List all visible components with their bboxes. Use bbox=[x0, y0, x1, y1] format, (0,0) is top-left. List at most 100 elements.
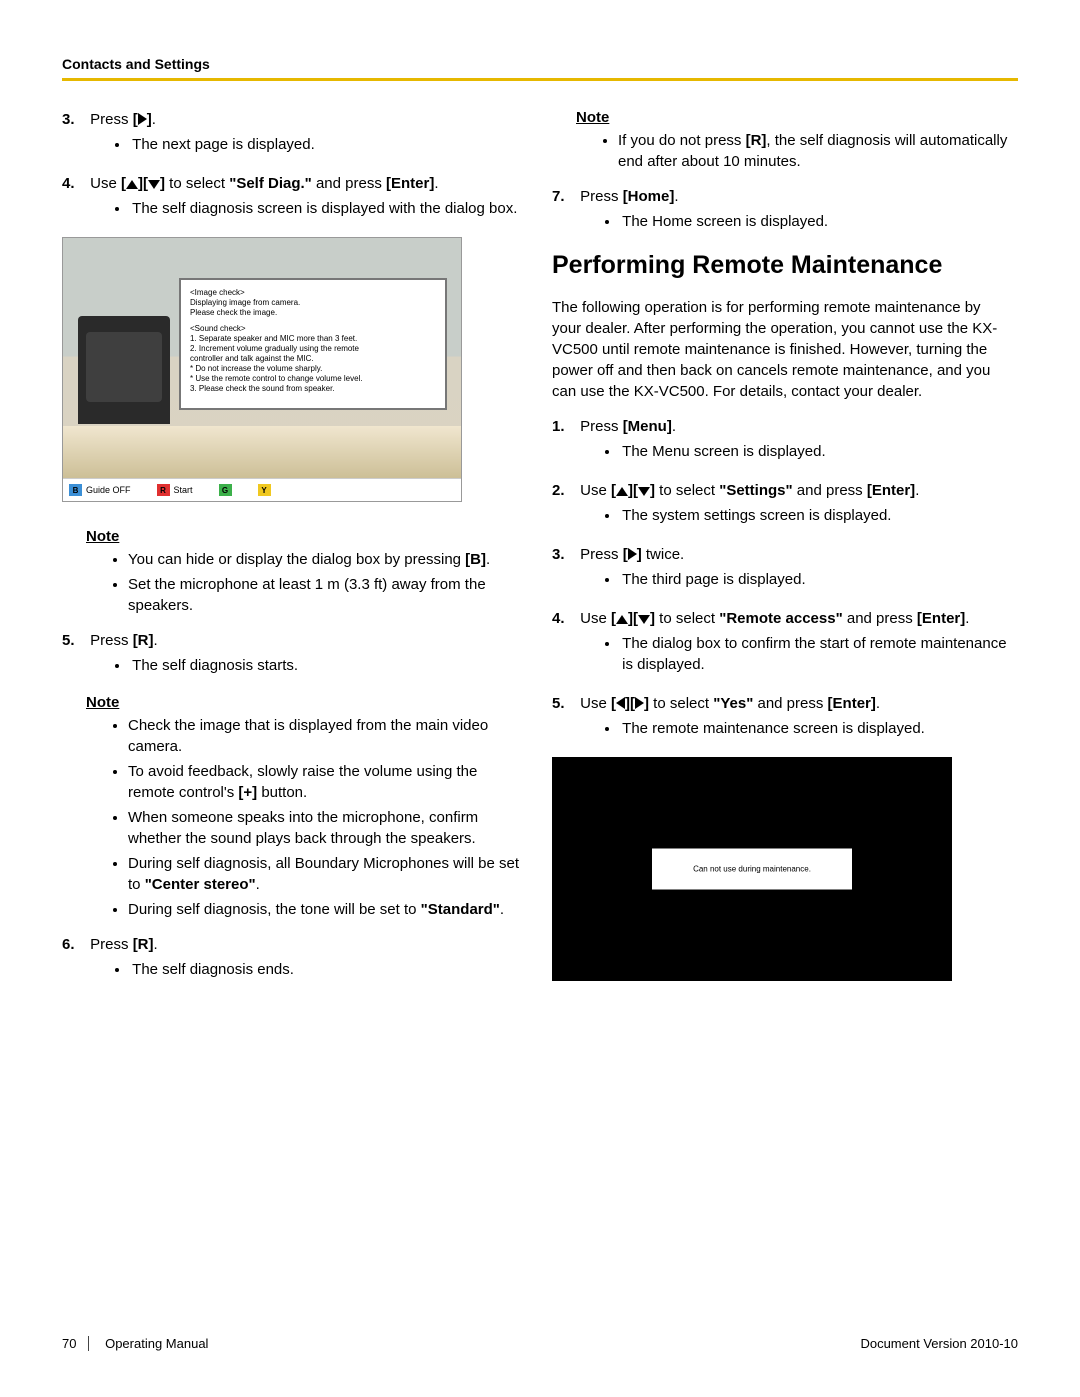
remote-step-5: 5. Use [][] to select "Yes" and press [E… bbox=[552, 693, 1012, 743]
down-arrow-icon bbox=[638, 487, 650, 496]
maintenance-screenshot: Can not use during maintenance. bbox=[552, 757, 952, 981]
bold-text: [Enter] bbox=[917, 610, 965, 627]
bracket: ][ bbox=[625, 695, 635, 712]
step-text: and press bbox=[843, 610, 917, 627]
bracket: ][ bbox=[628, 482, 638, 499]
dialog-line: <Sound check> bbox=[190, 324, 436, 334]
step-text: to select bbox=[655, 610, 719, 627]
remote-step-2: 2. Use [][] to select "Settings" and pre… bbox=[552, 480, 1012, 530]
bold-text: [Enter] bbox=[828, 695, 876, 712]
step-num: 7. bbox=[552, 186, 576, 207]
step-num: 5. bbox=[62, 630, 86, 651]
step-3: 3. Press []. The next page is displayed. bbox=[62, 109, 522, 159]
step-5: 5. Press [R]. The self diagnosis starts. bbox=[62, 630, 522, 680]
remote-step-3: 3. Press [] twice. The third page is dis… bbox=[552, 544, 1012, 594]
step-text: Press bbox=[90, 111, 133, 128]
bold-text: "Remote access" bbox=[719, 610, 842, 627]
note-label: Note bbox=[86, 528, 522, 545]
note-item: During self diagnosis, the tone will be … bbox=[128, 899, 522, 920]
note-list: If you do not press [R], the self diagno… bbox=[552, 130, 1012, 172]
dialog-line: Displaying image from camera. bbox=[190, 298, 436, 308]
step-text: to select bbox=[655, 482, 719, 499]
dialog-line: <Image check> bbox=[190, 288, 436, 298]
sub-bullet: The self diagnosis ends. bbox=[130, 959, 520, 980]
sub-bullet: The remote maintenance screen is display… bbox=[620, 718, 1010, 739]
maintenance-dialog: Can not use during maintenance. bbox=[652, 849, 852, 890]
note-list: You can hide or display the dialog box b… bbox=[62, 549, 522, 616]
page-footer: 70 Operating Manual Document Version 201… bbox=[62, 1336, 1018, 1351]
yellow-button-icon: Y bbox=[258, 484, 271, 496]
note-item: You can hide or display the dialog box b… bbox=[128, 549, 522, 570]
green-button-icon: G bbox=[219, 484, 232, 496]
dialog-box: <Image check> Displaying image from came… bbox=[179, 278, 447, 410]
dialog-line: * Use the remote control to change volum… bbox=[190, 374, 436, 384]
step-text: Press bbox=[90, 632, 133, 649]
bold-text: "Yes" bbox=[713, 695, 753, 712]
bold-text: [Menu] bbox=[623, 418, 672, 435]
step-text: . bbox=[672, 418, 676, 435]
down-arrow-icon bbox=[148, 180, 160, 189]
step-7: 7. Press [Home]. The Home screen is disp… bbox=[552, 186, 1012, 236]
step-text: Press bbox=[580, 546, 623, 563]
color-button-bar: BGuide OFF RStart G Y bbox=[63, 478, 461, 501]
bold-text: "Settings" bbox=[719, 482, 792, 499]
step-text: twice. bbox=[642, 546, 685, 563]
step-text: to select bbox=[649, 695, 713, 712]
red-button-icon: R bbox=[157, 484, 170, 496]
sub-bullet: The self diagnosis starts. bbox=[130, 655, 520, 676]
dialog-line: 2. Increment volume gradually using the … bbox=[190, 344, 436, 354]
chair-graphic bbox=[78, 316, 170, 424]
down-arrow-icon bbox=[638, 615, 650, 624]
bracket: ][ bbox=[628, 610, 638, 627]
manual-name: Operating Manual bbox=[105, 1336, 208, 1351]
right-arrow-icon bbox=[635, 697, 644, 709]
step-text: to select bbox=[165, 175, 229, 192]
remote-step-1: 1. Press [Menu]. The Menu screen is disp… bbox=[552, 416, 1012, 466]
step-text: and press bbox=[793, 482, 867, 499]
step-num: 6. bbox=[62, 934, 86, 955]
step-num: 3. bbox=[62, 109, 86, 130]
note-label: Note bbox=[576, 109, 1012, 126]
dialog-line: 3. Please check the sound from speaker. bbox=[190, 384, 436, 394]
note-item: Set the microphone at least 1 m (3.3 ft)… bbox=[128, 574, 522, 616]
header-rule bbox=[62, 78, 1018, 81]
left-arrow-icon bbox=[616, 697, 625, 709]
bold-text: "Self Diag." bbox=[229, 175, 312, 192]
step-text: Use bbox=[580, 610, 611, 627]
sub-bullet: The third page is displayed. bbox=[620, 569, 1010, 590]
self-diag-screenshot: <Image check> Displaying image from came… bbox=[62, 237, 462, 502]
bracket: ][ bbox=[138, 175, 148, 192]
step-text: . bbox=[674, 188, 678, 205]
step-text: Press bbox=[580, 418, 623, 435]
sub-bullet: The Menu screen is displayed. bbox=[620, 441, 1010, 462]
step-num: 1. bbox=[552, 416, 576, 437]
step-text: . bbox=[915, 482, 919, 499]
bold-text: [R] bbox=[133, 632, 154, 649]
note-item: If you do not press [R], the self diagno… bbox=[618, 130, 1012, 172]
right-arrow-icon bbox=[138, 113, 147, 125]
step-num: 4. bbox=[62, 173, 86, 194]
step-num: 4. bbox=[552, 608, 576, 629]
bold-text: [R] bbox=[133, 936, 154, 953]
step-text: and press bbox=[312, 175, 386, 192]
bold-text: [Enter] bbox=[867, 482, 915, 499]
bold-text: [Enter] bbox=[386, 175, 434, 192]
remote-step-4: 4. Use [][] to select "Remote access" an… bbox=[552, 608, 1012, 679]
step-num: 3. bbox=[552, 544, 576, 565]
right-column: Note If you do not press [R], the self d… bbox=[552, 109, 1012, 998]
step-text: . bbox=[154, 936, 158, 953]
step-text: . bbox=[434, 175, 438, 192]
header-section: Contacts and Settings bbox=[62, 56, 1018, 72]
doc-version: Document Version 2010-10 bbox=[860, 1336, 1018, 1351]
dialog-line: controller and talk against the MIC. bbox=[190, 354, 436, 364]
step-text: Use bbox=[580, 482, 611, 499]
blue-label: Guide OFF bbox=[86, 485, 131, 495]
up-arrow-icon bbox=[126, 180, 138, 189]
up-arrow-icon bbox=[616, 487, 628, 496]
page-number: 70 bbox=[62, 1336, 89, 1351]
note-list: Check the image that is displayed from t… bbox=[62, 715, 522, 920]
step-num: 2. bbox=[552, 480, 576, 501]
step-6: 6. Press [R]. The self diagnosis ends. bbox=[62, 934, 522, 984]
dialog-line: 1. Separate speaker and MIC more than 3 … bbox=[190, 334, 436, 344]
note-item: During self diagnosis, all Boundary Micr… bbox=[128, 853, 522, 895]
